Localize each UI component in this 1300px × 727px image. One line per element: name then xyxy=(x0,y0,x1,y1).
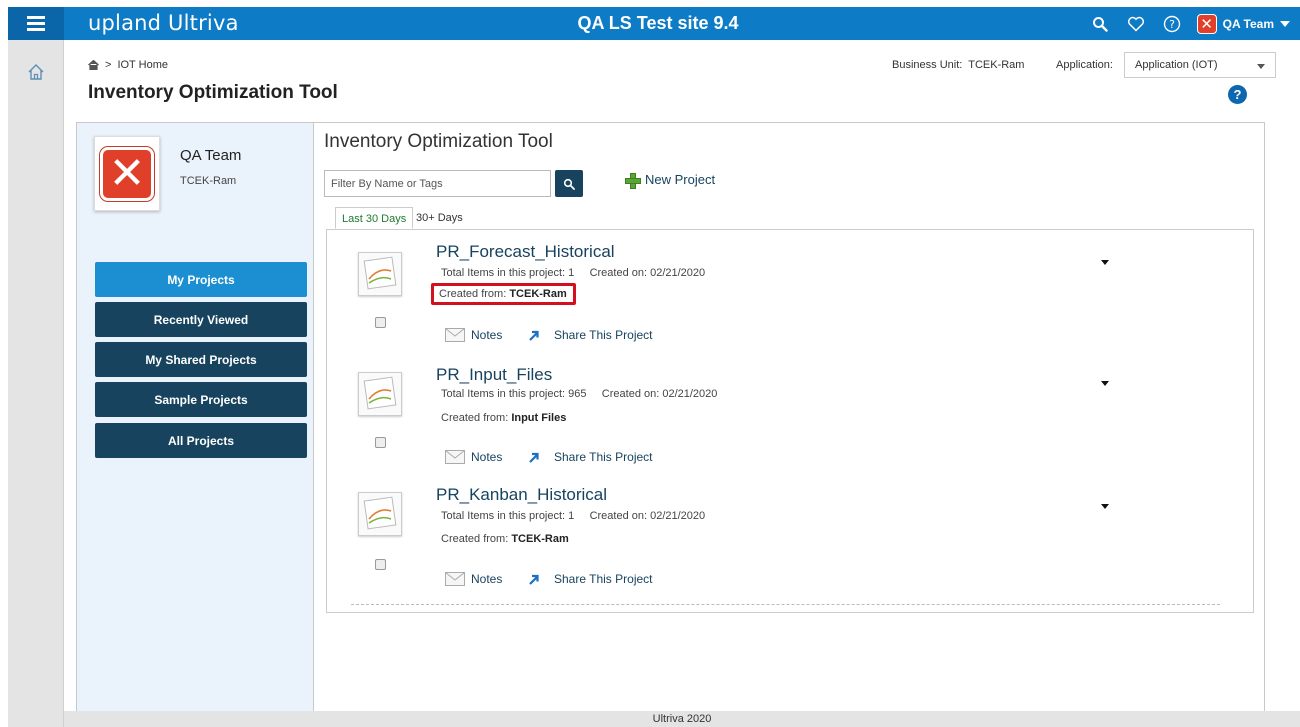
nav-all-projects[interactable]: All Projects xyxy=(95,423,307,458)
envelope-icon xyxy=(445,572,465,586)
share-link[interactable]: Share This Project xyxy=(528,450,653,464)
project-created-from: Created from: Input Files xyxy=(441,412,566,424)
project-created-from: Created from: TCEK-Ram xyxy=(431,283,576,305)
tab-last-30-days[interactable]: Last 30 Days xyxy=(335,207,414,229)
chart-icon xyxy=(358,252,402,296)
profile-bu: TCEK-Ram xyxy=(180,175,237,187)
notes-label: Notes xyxy=(471,572,503,586)
notes-link[interactable]: Notes xyxy=(445,328,502,342)
created-from-value: TCEK-Ram xyxy=(509,288,567,300)
home-icon[interactable] xyxy=(26,62,46,82)
project-created-on: Created on: 02/21/2020 xyxy=(589,510,706,522)
project-meta: Total Items in this project: 1 Created o… xyxy=(441,510,705,522)
top-bar: upland Ultriva QA LS Test site 9.4 ? ✕ Q… xyxy=(8,7,1300,40)
heart-icon[interactable] xyxy=(1125,13,1147,35)
nav-recently-viewed[interactable]: Recently Viewed xyxy=(95,302,307,337)
new-project-button[interactable]: New Project xyxy=(625,172,716,189)
svg-text:?: ? xyxy=(1169,18,1175,31)
project-name[interactable]: PR_Kanban_Historical xyxy=(436,485,607,505)
share-label: Share This Project xyxy=(554,450,653,464)
share-link[interactable]: Share This Project xyxy=(528,328,653,342)
new-project-label: New Project xyxy=(645,172,716,187)
share-arrow-icon xyxy=(529,574,539,585)
page-title: Inventory Optimization Tool xyxy=(88,82,338,103)
notes-label: Notes xyxy=(471,450,503,464)
project-checkbox[interactable] xyxy=(375,317,386,328)
project-checkbox[interactable] xyxy=(375,437,386,448)
project-created-on: Created on: 02/21/2020 xyxy=(601,388,718,400)
main-title: Inventory Optimization Tool xyxy=(324,131,553,152)
team-menu[interactable]: ✕ QA Team xyxy=(1196,13,1290,34)
business-unit-value: TCEK-Ram xyxy=(968,59,1025,71)
notes-label: Notes xyxy=(471,328,503,342)
menu-icon[interactable] xyxy=(8,7,64,40)
share-arrow-icon xyxy=(529,452,539,463)
error-x-icon: ✕ xyxy=(1196,13,1217,34)
chart-icon xyxy=(358,372,402,416)
created-from-label: Created from: xyxy=(441,412,509,424)
chevron-down-icon[interactable] xyxy=(1101,504,1109,509)
help-icon[interactable]: ? xyxy=(1228,85,1247,104)
nav-my-shared-projects[interactable]: My Shared Projects xyxy=(95,342,307,377)
team-menu-label: QA Team xyxy=(1222,16,1274,31)
brand-logo[interactable]: upland Ultriva xyxy=(88,11,239,35)
envelope-icon xyxy=(445,328,465,342)
created-from-label: Created from: xyxy=(441,533,509,545)
left-rail xyxy=(8,40,64,727)
chevron-down-icon xyxy=(1280,20,1290,27)
chart-icon xyxy=(358,492,402,536)
project-items: Total Items in this project: 1 xyxy=(441,510,575,522)
search-icon[interactable] xyxy=(1089,13,1111,35)
home-icon[interactable] xyxy=(88,60,99,70)
application-select-value: Application (IOT) xyxy=(1135,59,1218,71)
project-created-from: Created from: TCEK-Ram xyxy=(441,533,569,545)
error-x-icon: ✕ xyxy=(100,146,154,201)
application-label: Application: xyxy=(1056,59,1113,71)
search-icon xyxy=(563,178,575,190)
project-created-on: Created on: 02/21/2020 xyxy=(589,267,706,279)
chevron-down-icon xyxy=(1257,64,1265,69)
plus-icon xyxy=(625,172,641,189)
project-name[interactable]: PR_Input_Files xyxy=(436,365,552,385)
chevron-down-icon[interactable] xyxy=(1101,260,1109,265)
share-link[interactable]: Share This Project xyxy=(528,572,653,586)
tab-30-plus-days[interactable]: 30+ Days xyxy=(410,207,469,229)
notes-link[interactable]: Notes xyxy=(445,572,502,586)
created-from-label: Created from: xyxy=(439,288,507,300)
avatar: ✕ xyxy=(94,136,160,211)
list-divider xyxy=(351,604,1220,605)
created-from-value: Input Files xyxy=(511,412,567,424)
project-meta: Total Items in this project: 965 Created… xyxy=(441,388,717,400)
project-checkbox[interactable] xyxy=(375,559,386,570)
breadcrumb: > IOT Home xyxy=(88,59,168,71)
profile-name: QA Team xyxy=(180,147,242,164)
share-arrow-icon xyxy=(529,330,539,341)
notes-link[interactable]: Notes xyxy=(445,450,502,464)
chevron-down-icon[interactable] xyxy=(1101,381,1109,386)
breadcrumb-home[interactable]: IOT Home xyxy=(117,59,168,71)
share-label: Share This Project xyxy=(554,572,653,586)
top-icons: ? ✕ QA Team xyxy=(1089,7,1290,40)
application-select[interactable]: Application (IOT) xyxy=(1124,52,1276,78)
help-circle-icon[interactable]: ? xyxy=(1161,13,1183,35)
business-unit: Business Unit: TCEK-Ram xyxy=(892,59,1024,71)
nav-my-projects[interactable]: My Projects xyxy=(95,262,307,297)
project-items: Total Items in this project: 965 xyxy=(441,388,587,400)
project-meta: Total Items in this project: 1 Created o… xyxy=(441,267,705,279)
search-button[interactable] xyxy=(555,170,583,197)
filter-input[interactable] xyxy=(324,170,551,197)
sidebar xyxy=(77,123,314,711)
share-label: Share This Project xyxy=(554,328,653,342)
project-items: Total Items in this project: 1 xyxy=(441,267,575,279)
business-unit-label: Business Unit: xyxy=(892,59,963,71)
envelope-icon xyxy=(445,450,465,464)
chevron-right-icon: > xyxy=(105,59,112,71)
footer: Ultriva 2020 xyxy=(64,711,1300,727)
project-name[interactable]: PR_Forecast_Historical xyxy=(436,242,615,262)
nav-sample-projects[interactable]: Sample Projects xyxy=(95,382,307,417)
created-from-value: TCEK-Ram xyxy=(511,533,569,545)
